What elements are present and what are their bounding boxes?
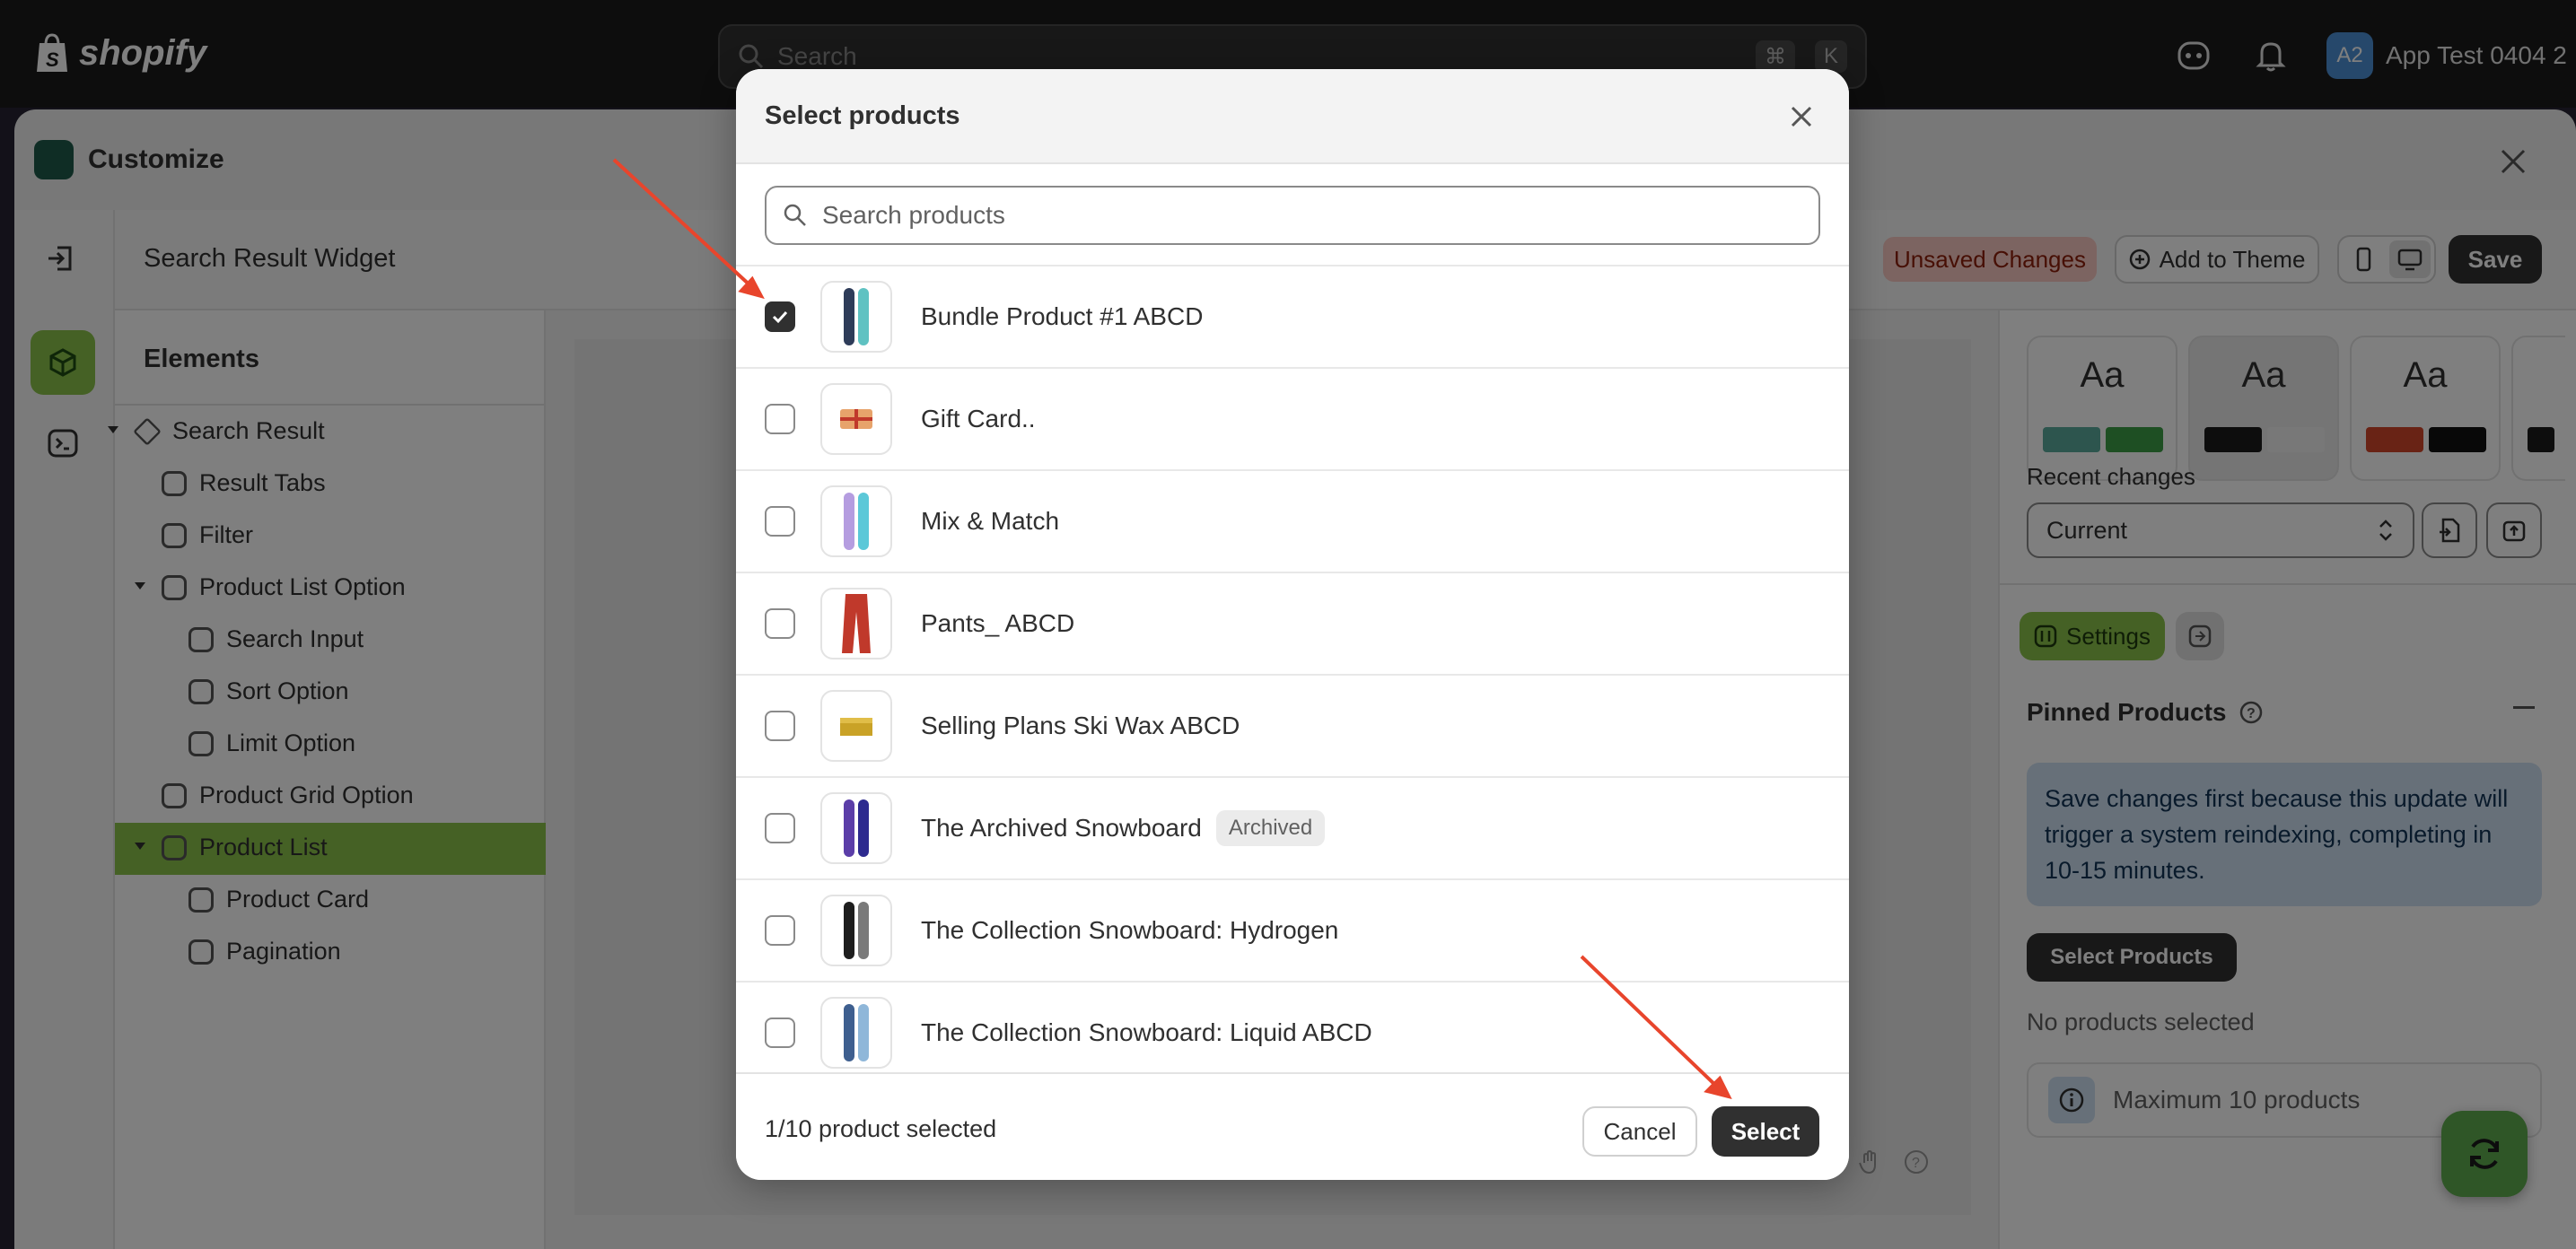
- annotation-arrow-select: [1580, 955, 1722, 1091]
- annotation-arrow-checkbox: [612, 158, 756, 291]
- annotation-arrows: [612, 158, 1732, 1099]
